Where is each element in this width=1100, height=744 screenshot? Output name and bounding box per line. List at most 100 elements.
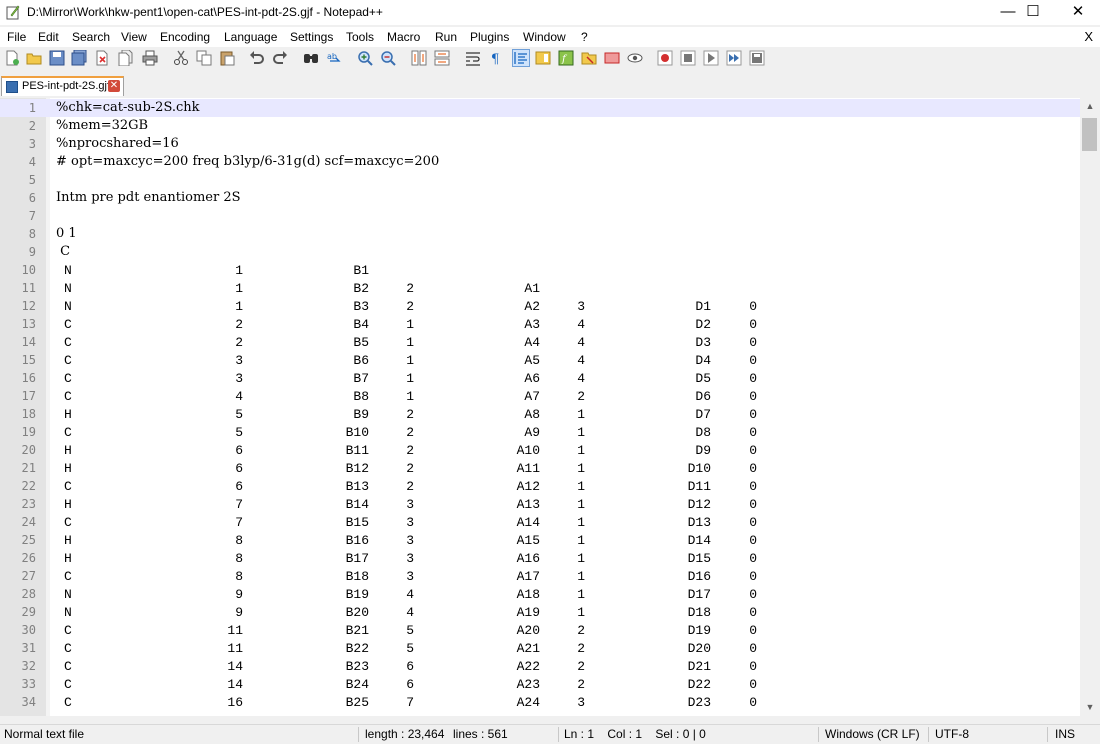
print-icon[interactable] xyxy=(142,50,158,66)
notepadpp-icon xyxy=(6,5,20,20)
saved-file-icon xyxy=(6,81,18,93)
line-number: 28 xyxy=(21,587,36,601)
menu-window[interactable]: Window xyxy=(523,30,566,44)
zmatrix-cell-a: 4 xyxy=(235,389,243,404)
zmatrix-cell-e: 3 xyxy=(577,695,585,710)
zmatrix-cell-a: 5 xyxy=(235,407,243,422)
replace-icon[interactable]: ab xyxy=(326,50,342,66)
indent-guide-icon[interactable] xyxy=(512,49,530,67)
menu-settings[interactable]: Settings xyxy=(290,30,333,44)
open-file-icon[interactable] xyxy=(26,50,42,66)
close-window-button[interactable]: ✕ xyxy=(1055,0,1100,25)
menu-plugins[interactable]: Plugins xyxy=(470,30,509,44)
zmatrix-cell-a: 6 xyxy=(235,461,243,476)
zoom-out-icon[interactable] xyxy=(380,50,396,66)
folder-workspace-icon[interactable] xyxy=(581,50,597,66)
close-all-icon[interactable] xyxy=(117,50,133,66)
zmatrix-cell-g: 0 xyxy=(749,587,757,602)
menu-tools[interactable]: Tools xyxy=(346,30,374,44)
cut-icon[interactable] xyxy=(173,50,189,66)
menu-language[interactable]: Language xyxy=(224,30,277,44)
sync-vertical-icon[interactable] xyxy=(411,50,427,66)
status-encoding[interactable]: UTF-8 xyxy=(935,727,969,741)
zmatrix-cell-d: A5 xyxy=(524,353,540,368)
zmatrix-cell-d: A2 xyxy=(524,299,540,314)
copy-icon[interactable] xyxy=(196,50,212,66)
close-icon[interactable] xyxy=(94,50,110,66)
code-line: 6 Intm pre pdt enantiomer 2S xyxy=(0,189,1080,207)
zmatrix-cell-a: 1 xyxy=(235,263,243,278)
tab-close-icon[interactable]: ✕ xyxy=(108,80,120,92)
paste-icon[interactable] xyxy=(219,50,235,66)
zmatrix-cell-f: D17 xyxy=(687,587,711,602)
zmatrix-cell-b: B22 xyxy=(345,641,369,656)
zmatrix-cell-g: 0 xyxy=(749,533,757,548)
save-icon[interactable] xyxy=(49,50,65,66)
status-eol[interactable]: Windows (CR LF) xyxy=(825,727,920,741)
scroll-thumb[interactable] xyxy=(1082,118,1097,151)
line-text: # opt=maxcyc=200 freq b3lyp/6-31g(d) scf… xyxy=(56,154,440,169)
zmatrix-cell-g: 0 xyxy=(749,659,757,674)
zmatrix-cell-f: D14 xyxy=(687,533,711,548)
zmatrix-cell-a: 1 xyxy=(235,281,243,296)
zmatrix-cell-f: D22 xyxy=(687,677,711,692)
editor-area[interactable]: 1 %chk=cat-sub-2S.chk 2 %mem=32GB 3 %nprocsha… xyxy=(0,98,1080,716)
current-line: 1 %chk=cat-sub-2S.chk xyxy=(0,99,1080,117)
zmatrix-row: 16 C 3 B7 1 A6 4 D5 0 xyxy=(0,369,1080,387)
line-number: 20 xyxy=(21,443,36,457)
menu-help[interactable]: ? xyxy=(581,30,588,44)
status-separator xyxy=(818,727,819,742)
redo-icon[interactable] xyxy=(272,50,288,66)
menu-edit[interactable]: Edit xyxy=(38,30,59,44)
zoom-in-icon[interactable] xyxy=(357,50,373,66)
zmatrix-cell-d: A6 xyxy=(524,371,540,386)
zmatrix-cell-c: 3 xyxy=(406,551,414,566)
doc-list-icon[interactable] xyxy=(604,50,620,66)
zmatrix-cell-el: C xyxy=(64,569,72,584)
menu-run[interactable]: Run xyxy=(435,30,457,44)
find-icon[interactable] xyxy=(303,50,319,66)
zmatrix-cell-c: 3 xyxy=(406,497,414,512)
zmatrix-cell-a: 9 xyxy=(235,587,243,602)
zmatrix-cell-g: 0 xyxy=(749,623,757,638)
play-macro-icon[interactable] xyxy=(703,50,719,66)
maximize-button[interactable]: ☐ xyxy=(1010,0,1056,25)
zmatrix-cell-f: D19 xyxy=(687,623,711,638)
vertical-scrollbar[interactable]: ▲ ▼ xyxy=(1080,98,1100,716)
show-all-chars-icon[interactable]: ¶ xyxy=(488,50,504,66)
zmatrix-cell-d: A10 xyxy=(516,443,540,458)
sync-horizontal-icon[interactable] xyxy=(434,50,450,66)
monitor-icon[interactable] xyxy=(627,50,643,66)
zmatrix-cell-e: 1 xyxy=(577,461,585,476)
scroll-down-icon[interactable]: ▼ xyxy=(1080,699,1100,716)
zmatrix-cell-el: C xyxy=(64,371,72,386)
save-all-icon[interactable] xyxy=(71,50,87,66)
new-file-icon[interactable] xyxy=(4,50,20,66)
zmatrix-cell-f: D3 xyxy=(695,335,711,350)
undo-icon[interactable] xyxy=(249,50,265,66)
code-line: 4 # opt=maxcyc=200 freq b3lyp/6-31g(d) sc… xyxy=(0,153,1080,171)
zmatrix-cell-a: 2 xyxy=(235,317,243,332)
menu-search[interactable]: Search xyxy=(72,30,110,44)
menu-file[interactable]: File xyxy=(7,30,26,44)
close-document-button[interactable]: X xyxy=(1084,29,1093,44)
status-mode[interactable]: INS xyxy=(1055,727,1075,741)
zmatrix-cell-a: 3 xyxy=(235,353,243,368)
zmatrix-row: 10 N 1 B1 xyxy=(0,261,1080,279)
menu-macro[interactable]: Macro xyxy=(387,30,420,44)
line-number: 2 xyxy=(28,119,36,133)
zmatrix-cell-g: 0 xyxy=(749,497,757,512)
zmatrix-cell-e: 1 xyxy=(577,533,585,548)
function-list-icon[interactable]: f xyxy=(558,50,574,66)
menu-view[interactable]: View xyxy=(121,30,147,44)
run-macro-multiple-icon[interactable] xyxy=(726,50,742,66)
doc-map-icon[interactable] xyxy=(535,50,551,66)
record-macro-icon[interactable] xyxy=(657,50,673,66)
tab-document[interactable]: PES-int-pdt-2S.gjf ✕ xyxy=(1,76,124,96)
scroll-up-icon[interactable]: ▲ xyxy=(1080,98,1100,115)
stop-record-icon[interactable] xyxy=(680,50,696,66)
menu-encoding[interactable]: Encoding xyxy=(160,30,210,44)
line-text: %chk=cat-sub-2S.chk xyxy=(56,100,200,115)
save-macro-icon[interactable] xyxy=(749,50,765,66)
word-wrap-icon[interactable] xyxy=(465,50,481,66)
